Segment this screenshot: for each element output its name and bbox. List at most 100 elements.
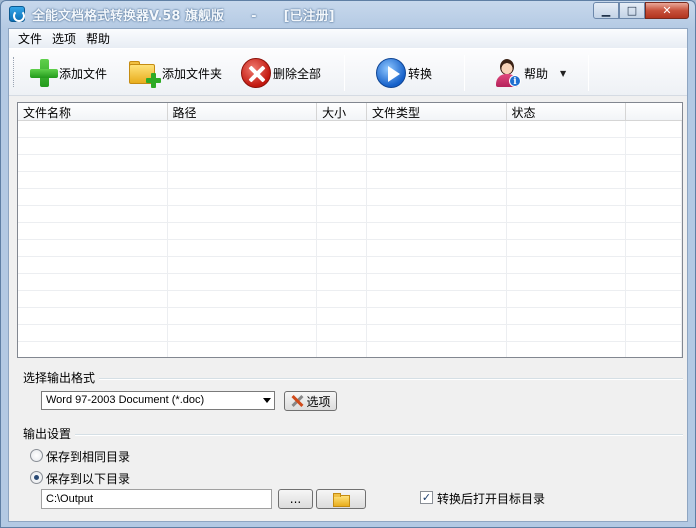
table-cell [18,155,168,171]
divider [97,378,683,380]
table-cell [168,308,318,324]
table-cell [168,189,318,205]
table-cell [367,240,507,256]
dropdown-arrow-icon [263,398,271,403]
divider [73,434,683,436]
play-icon [376,58,406,88]
table-cell [367,342,507,357]
table-row [18,155,682,172]
column-header-status[interactable]: 状态 [507,103,627,121]
title-bar[interactable]: 全能文档格式转换器V.58 旗舰版 - [已注册] ▁ □ ✕ [1,1,695,27]
menu-help[interactable]: 帮助 [81,29,115,48]
table-cell [507,240,627,256]
browse-button[interactable]: ... [278,489,313,509]
table-cell [168,223,318,239]
help-button[interactable]: i 帮助 ▼ [494,55,566,91]
toolbar-grip[interactable] [13,57,15,87]
table-cell [507,155,627,171]
table-cell [367,325,507,341]
column-header-type[interactable]: 文件类型 [367,103,507,121]
table-cell [507,223,627,239]
table-cell [367,121,507,137]
format-options-button[interactable]: 选项 [284,391,337,411]
table-cell [168,325,318,341]
menu-options[interactable]: 选项 [47,29,81,48]
delete-icon [241,58,271,88]
table-row [18,189,682,206]
table-cell [626,206,682,222]
table-cell [317,189,367,205]
table-cell [18,172,168,188]
plus-icon [29,58,59,88]
table-cell [18,223,168,239]
table-cell [367,274,507,290]
table-row [18,223,682,240]
same-dir-label[interactable]: 保存到相同目录 [46,448,130,465]
table-cell [18,342,168,357]
table-row [18,325,682,342]
table-row [18,274,682,291]
open-after-label[interactable]: 转换后打开目标目录 [437,490,545,507]
column-header-size[interactable]: 大小 [317,103,367,121]
menu-file[interactable]: 文件 [13,29,47,48]
table-row [18,206,682,223]
window-title: 全能文档格式转换器V.58 旗舰版 - [已注册] [32,9,335,24]
file-list[interactable]: 文件名称 路径 大小 文件类型 状态 [17,102,683,358]
table-row [18,291,682,308]
table-row [18,240,682,257]
open-after-checkbox[interactable]: ✓ [420,491,433,504]
radio-same-dir[interactable] [30,449,43,462]
table-cell [18,206,168,222]
menu-bar: 文件 选项 帮助 [9,29,687,48]
maximize-button[interactable]: □ [619,2,645,19]
output-format-value: Word 97-2003 Document (*.doc) [46,394,205,406]
table-cell [168,206,318,222]
toolbar-separator [464,55,465,91]
chevron-down-icon[interactable]: ▼ [560,69,566,78]
table-cell [168,172,318,188]
add-folder-button[interactable]: 添加文件夹 [128,55,222,91]
add-file-button[interactable]: 添加文件 [29,55,107,91]
table-cell [317,206,367,222]
user-help-icon: i [494,58,522,88]
table-row [18,138,682,155]
minimize-button[interactable]: ▁ [593,2,619,19]
table-cell [367,308,507,324]
table-cell [317,308,367,324]
table-row [18,257,682,274]
convert-button[interactable]: 转换 [376,55,432,91]
table-cell [507,342,627,357]
output-format-select[interactable]: Word 97-2003 Document (*.doc) [41,391,275,410]
table-cell [507,121,627,137]
open-folder-button[interactable] [316,489,366,509]
table-cell [18,138,168,154]
table-row [18,121,682,138]
add-folder-label: 添加文件夹 [162,66,223,81]
table-cell [626,240,682,256]
app-window: 全能文档格式转换器V.58 旗舰版 - [已注册] ▁ □ ✕ 文件 选项 帮助… [0,0,696,528]
table-row [18,308,682,325]
output-path-input[interactable]: C:\Output [41,489,272,509]
toolbar-separator [588,55,589,91]
file-list-header: 文件名称 路径 大小 文件类型 状态 [18,103,682,121]
table-cell [18,325,168,341]
table-cell [626,257,682,273]
column-header-path[interactable]: 路径 [168,103,318,121]
table-cell [168,257,318,273]
delete-all-button[interactable]: 删除全部 [241,55,321,91]
table-cell [18,291,168,307]
table-cell [168,138,318,154]
table-cell [168,240,318,256]
app-icon[interactable] [9,6,25,22]
table-cell [626,121,682,137]
table-cell [626,189,682,205]
table-cell [367,257,507,273]
table-cell [317,240,367,256]
table-cell [507,274,627,290]
close-button[interactable]: ✕ [645,2,689,19]
radio-custom-dir[interactable] [30,471,43,484]
table-cell [367,138,507,154]
custom-dir-label[interactable]: 保存到以下目录 [46,470,130,487]
table-cell [317,257,367,273]
column-header-name[interactable]: 文件名称 [18,103,168,121]
